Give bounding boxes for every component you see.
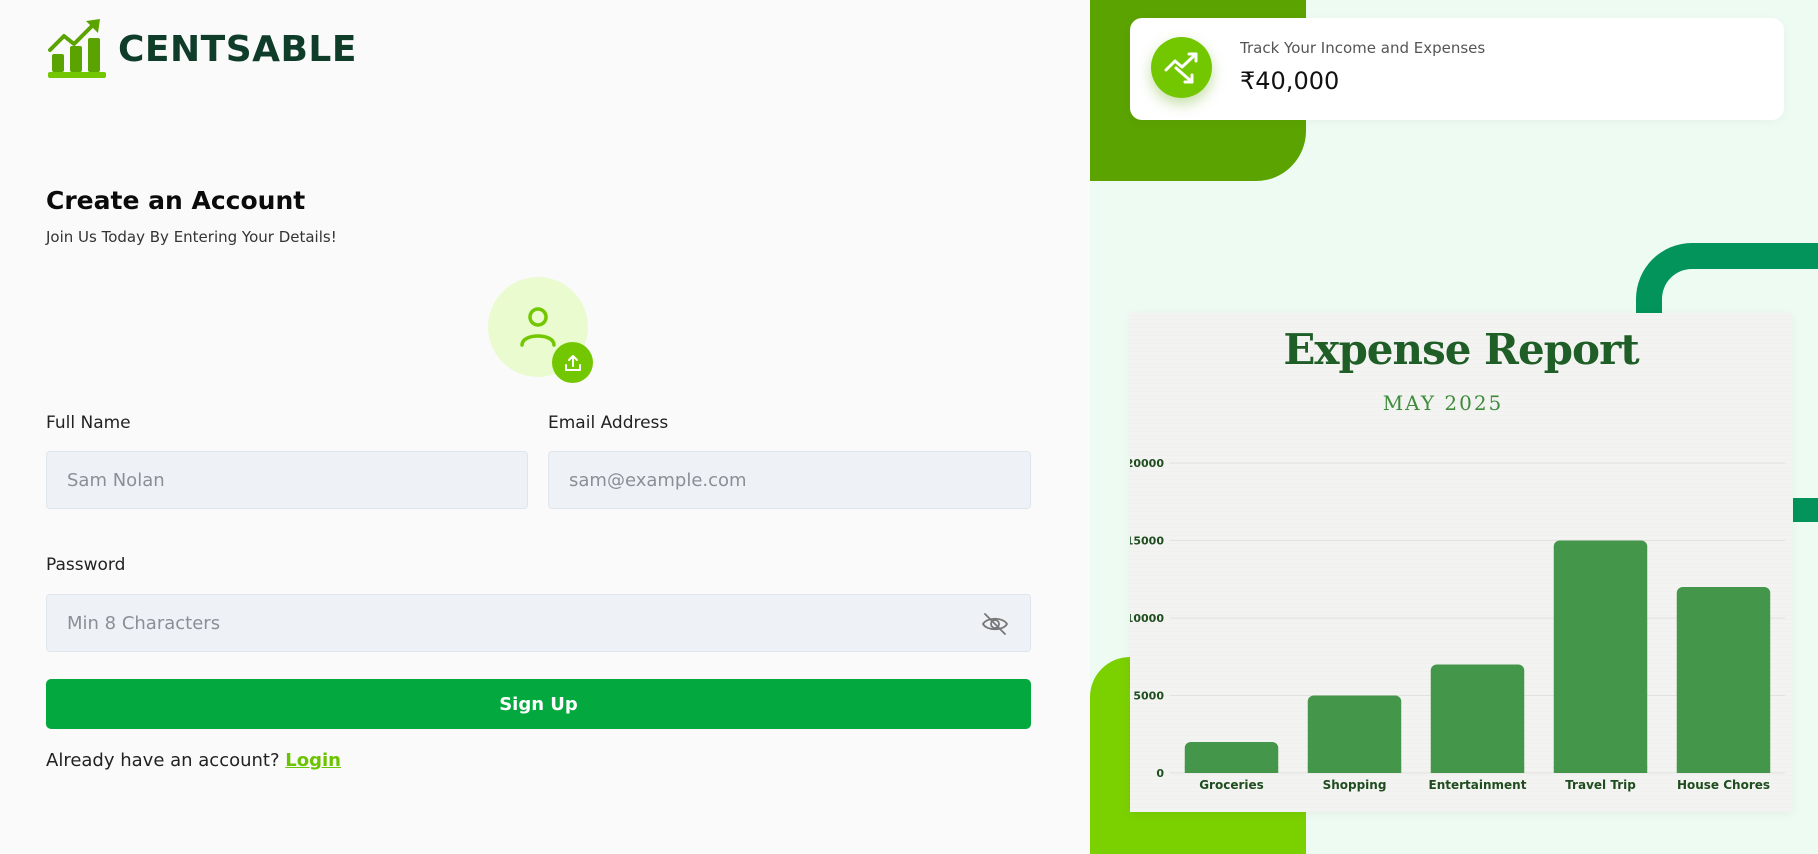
email-input[interactable]	[548, 451, 1031, 509]
expense-bar-chart: 0 5000 10000 15000 20000 Groceries Shopping Ent…	[1130, 457, 1785, 792]
promo-panel: Track Your Income and Expenses ₹40,000 E…	[1090, 0, 1818, 854]
stat-label: Track Your Income and Expenses	[1240, 39, 1486, 57]
y-tick-label: 10000	[1130, 612, 1164, 625]
upload-icon	[564, 354, 581, 371]
expense-report-card: Expense Report MAY 2025 0500010000150002…	[1130, 313, 1792, 812]
y-tick-label: 20000	[1130, 457, 1164, 470]
eye-off-icon[interactable]	[980, 612, 1010, 636]
login-prompt-text: Already have an account?	[46, 750, 280, 771]
bar-base	[1430, 767, 1525, 773]
decor-tab	[1793, 498, 1818, 522]
bar-base	[1184, 767, 1279, 773]
signup-panel: CENTSABLE Create an Account Join Us Toda…	[0, 0, 1090, 854]
x-tick-label: Entertainment	[1429, 778, 1527, 792]
bar-base	[1307, 767, 1402, 773]
bar-base	[1676, 767, 1771, 773]
bar-base	[1553, 767, 1648, 773]
signup-button[interactable]: Sign Up	[46, 679, 1031, 729]
login-link[interactable]: Login	[285, 750, 341, 771]
full-name-input[interactable]	[46, 451, 528, 509]
brand-logo: CENTSABLE	[46, 18, 357, 80]
page-subtitle: Join Us Today By Entering Your Details!	[46, 228, 337, 246]
password-input[interactable]	[46, 594, 1031, 652]
income-stat-card: Track Your Income and Expenses ₹40,000	[1130, 18, 1784, 120]
user-icon	[520, 307, 556, 347]
upload-photo-button[interactable]	[552, 342, 593, 383]
brand-name: CENTSABLE	[118, 28, 357, 70]
stat-value: ₹40,000	[1240, 67, 1340, 95]
trend-icon	[1151, 37, 1212, 98]
bar-travel-trip	[1553, 540, 1648, 773]
y-tick-label: 5000	[1133, 690, 1164, 703]
x-tick-label: Shopping	[1323, 778, 1387, 792]
x-tick-label: House Chores	[1677, 778, 1770, 792]
password-label: Password	[46, 555, 126, 575]
full-name-label: Full Name	[46, 413, 131, 433]
page-title: Create an Account	[46, 186, 306, 215]
bar-entertainment	[1430, 664, 1525, 773]
y-tick-label: 0	[1156, 767, 1164, 780]
bar-shopping	[1307, 695, 1402, 773]
email-label: Email Address	[548, 413, 669, 433]
y-tick-label: 15000	[1130, 535, 1164, 548]
login-prompt: Already have an account? Login	[46, 750, 341, 771]
chart-growth-icon	[48, 19, 106, 78]
bar-house-chores	[1676, 587, 1771, 773]
x-tick-label: Groceries	[1199, 778, 1264, 792]
x-tick-label: Travel Trip	[1565, 778, 1636, 792]
